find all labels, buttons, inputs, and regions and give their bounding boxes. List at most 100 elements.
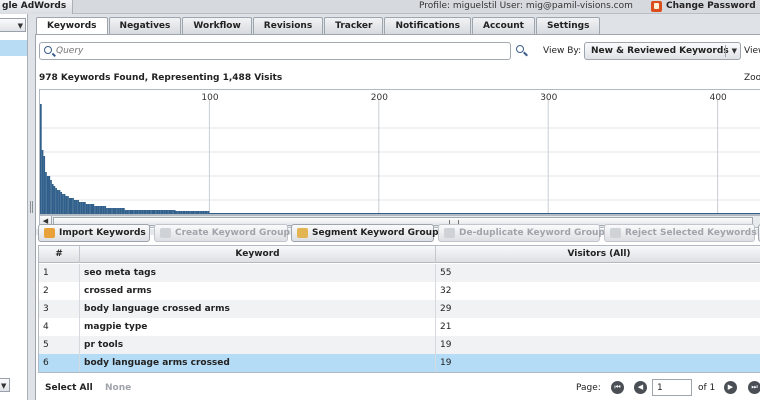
last-page-icon[interactable]: ⏭: [748, 381, 760, 394]
keyword-toolbar: Import Keywords Create Keyword Group Seg…: [38, 224, 760, 244]
row-keyword: body language crossed arms: [80, 300, 436, 318]
row-visitors: 29: [440, 304, 452, 314]
reject-selected-keywords-button[interactable]: Reject Selected Keywords: [604, 224, 757, 242]
create-keyword-group-button[interactable]: Create Keyword Group: [154, 224, 290, 242]
chart-bar: [55, 188, 57, 214]
search-icon: [44, 46, 52, 54]
page-number-input[interactable]: [652, 379, 692, 396]
chart-bar: [178, 211, 181, 214]
row-visitors: 19: [440, 340, 452, 350]
adwords-tab-title[interactable]: gle AdWords: [0, 0, 74, 14]
chart-bar: [158, 210, 161, 214]
chart-bar: [111, 208, 113, 214]
chart-bar: [119, 208, 122, 214]
chart-tick-label: 400: [710, 93, 727, 103]
chart-bar: [121, 208, 124, 214]
chart-bar: [197, 211, 200, 214]
chart-bar: [195, 211, 198, 214]
tab-account[interactable]: Account: [472, 17, 535, 34]
chart-bar: [187, 211, 190, 214]
chart-bar: [95, 206, 98, 214]
chart-bar: [77, 200, 79, 214]
chart-tick-label: 300: [540, 93, 557, 103]
chevron-down-icon: ▼: [731, 47, 737, 55]
tab-tracker[interactable]: Tracker: [324, 17, 384, 34]
chart-bar: [156, 210, 159, 214]
change-password-link[interactable]: Change Password: [651, 0, 756, 12]
first-page-icon[interactable]: ⏮: [611, 381, 624, 394]
select-all-link[interactable]: Select All: [45, 383, 93, 393]
chart-bar: [63, 194, 66, 214]
left-panel-bottom-dropdown[interactable]: ▼: [0, 378, 10, 392]
chart-bar: [40, 104, 42, 214]
chart-bar: [153, 210, 156, 214]
chart-bar: [170, 210, 173, 214]
chart-bar: [145, 210, 147, 214]
search-input[interactable]: [56, 44, 496, 58]
chart-bar: [131, 210, 134, 214]
zoom-label: Zoo: [744, 73, 760, 83]
chart-bar: [90, 204, 93, 214]
tab-negatives[interactable]: Negatives: [108, 17, 182, 34]
tab-keywords[interactable]: Keywords: [36, 17, 108, 35]
chart-bar: [202, 211, 205, 214]
keywords-panel: View By: New & Reviewed Keywords ▼ View …: [35, 34, 760, 400]
view-by-select[interactable]: New & Reviewed Keywords ▼: [584, 42, 741, 60]
row-number: 6: [39, 354, 80, 372]
tab-notifications[interactable]: Notifications: [384, 17, 471, 34]
table-row[interactable]: 2 crossed arms 32: [39, 282, 760, 300]
reject-icon: [610, 228, 621, 238]
chart-bar: [72, 198, 74, 214]
table-row[interactable]: 1 seo meta tags 55: [39, 264, 760, 282]
row-number: 2: [39, 282, 80, 300]
select-none-link[interactable]: None: [105, 383, 131, 393]
chart-bar: [182, 211, 184, 214]
import-icon: [44, 228, 55, 238]
chart-bar: [185, 211, 188, 214]
chart-bar: [133, 210, 135, 214]
chart-svg: 100 200 300 400: [40, 93, 760, 214]
chevron-down-icon: ▼: [17, 22, 23, 30]
left-panel-dropdown[interactable]: ▼: [0, 18, 26, 32]
chart-bar: [165, 210, 168, 214]
column-header-visitors[interactable]: Visitors (All): [436, 246, 760, 263]
row-visitors: 19: [440, 358, 452, 368]
deduplicate-keyword-group-button[interactable]: De-duplicate Keyword Group: [438, 224, 605, 242]
chart-bar: [106, 208, 108, 214]
chart-bar: [43, 156, 46, 214]
chart-bar: [139, 210, 142, 214]
tab-settings[interactable]: Settings: [535, 17, 601, 34]
advanced-search-icon[interactable]: [516, 45, 528, 57]
next-page-icon[interactable]: ▶: [724, 381, 737, 394]
table-row[interactable]: 6 body language arms crossed 19: [39, 354, 760, 372]
chart-bar: [141, 210, 144, 214]
tab-revisions[interactable]: Revisions: [252, 17, 324, 34]
chart-bar: [200, 211, 203, 214]
chart-bar: [102, 206, 105, 214]
chart-bar: [53, 186, 56, 214]
view-by-label: View By:: [543, 46, 582, 56]
import-keywords-button[interactable]: Import Keywords: [38, 224, 150, 242]
chart-bar: [67, 196, 69, 214]
chart-bar: [172, 210, 174, 214]
column-header-keyword[interactable]: Keyword: [80, 246, 436, 263]
table-row[interactable]: 4 magpie type 21: [39, 318, 760, 336]
previous-page-icon[interactable]: ◀: [634, 381, 647, 394]
chart-bar: [56, 190, 59, 214]
table-row[interactable]: 5 pr tools 19: [39, 336, 760, 354]
segment-keyword-group-button[interactable]: Segment Keyword Group: [291, 224, 439, 242]
chart-bar: [148, 210, 151, 214]
chart-bar: [199, 211, 201, 214]
page-total: of 1: [698, 383, 716, 393]
tab-workflow[interactable]: Workflow: [182, 17, 252, 34]
chart-bar: [190, 211, 193, 214]
chart-bar: [143, 210, 146, 214]
left-panel-selected-item[interactable]: [0, 40, 27, 56]
table-row[interactable]: 3 body language crossed arms 29: [39, 300, 760, 318]
deduplicate-icon: [444, 228, 455, 238]
lock-icon: [651, 0, 662, 12]
chart-bar: [70, 198, 73, 214]
column-header-number[interactable]: #: [39, 246, 80, 263]
chart-bar: [87, 204, 90, 214]
keyword-visits-chart: 100 200 300 400: [39, 89, 760, 215]
